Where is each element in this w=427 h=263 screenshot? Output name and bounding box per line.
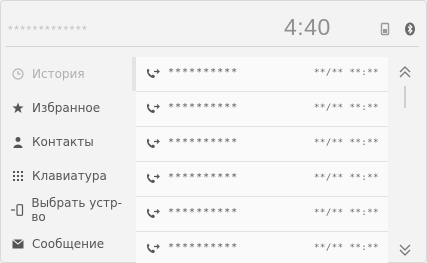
person-icon [10,134,26,150]
clock: 4:40 [284,14,331,40]
clock-icon [10,66,26,82]
call-history-list: ********** **/** **:** ********** **/** … [136,57,388,263]
sidebar-item-label: История [32,67,85,81]
phone-number: ********** [168,102,239,113]
sidebar-item-label: Клавиатура [32,169,107,183]
call-datetime: **/** **:** [314,173,380,183]
phone-number: ********** [168,207,239,218]
phone-number: ********** [168,67,239,78]
double-chevron-up-icon[interactable] [397,65,413,84]
phone-battery-icon [380,22,390,41]
message-icon [10,236,26,252]
list-item[interactable]: ********** **/** **:** [136,162,388,197]
list-item[interactable]: ********** **/** **:** [136,127,388,162]
list-item[interactable]: ********** **/** **:** [136,232,388,263]
list-item[interactable]: ********** **/** **:** [136,57,388,92]
status-divider [6,46,419,47]
phone-screen: ************* 4:40 История Избранное Кон… [0,0,427,263]
bluetooth-icon [404,22,416,41]
call-datetime: **/** **:** [314,103,380,113]
sidebar: История Избранное Контакты Клавиатура Вы… [6,57,136,261]
outgoing-call-icon [145,137,160,155]
sidebar-item-contacts[interactable]: Контакты [6,125,132,159]
outgoing-call-icon [145,172,160,190]
sidebar-item-keypad[interactable]: Клавиатура [6,159,132,193]
scroll-controls [392,57,418,261]
outgoing-call-icon [145,102,160,120]
star-icon [10,100,26,116]
sidebar-item-label: Избранное [32,101,101,115]
sidebar-item-message[interactable]: Сообщение [6,227,132,261]
scrollbar-thumb[interactable] [404,86,406,108]
call-datetime: **/** **:** [314,243,380,253]
call-datetime: **/** **:** [314,208,380,218]
list-item[interactable]: ********** **/** **:** [136,92,388,127]
device-name: ************* [8,23,89,37]
call-datetime: **/** **:** [314,138,380,148]
sidebar-item-history[interactable]: История [6,57,136,91]
outgoing-call-icon [145,67,160,85]
double-chevron-down-icon[interactable] [397,243,413,262]
phone-number: ********** [168,172,239,183]
phone-number: ********** [168,242,239,253]
call-datetime: **/** **:** [314,68,380,78]
keypad-icon [10,168,26,184]
sidebar-item-favorites[interactable]: Избранное [6,91,132,125]
sidebar-item-label: Сообщение [32,237,105,251]
outgoing-call-icon [145,242,160,260]
phone-number: ********** [168,137,239,148]
list-item[interactable]: ********** **/** **:** [136,197,388,232]
outgoing-call-icon [145,207,160,225]
sidebar-item-select-device[interactable]: Выбрать устр-во [6,193,132,227]
sidebar-item-label: Выбрать устр-во [31,196,122,224]
device-icon [10,202,25,218]
sidebar-item-label: Контакты [32,135,94,149]
status-bar: ************* 4:40 [6,14,421,44]
